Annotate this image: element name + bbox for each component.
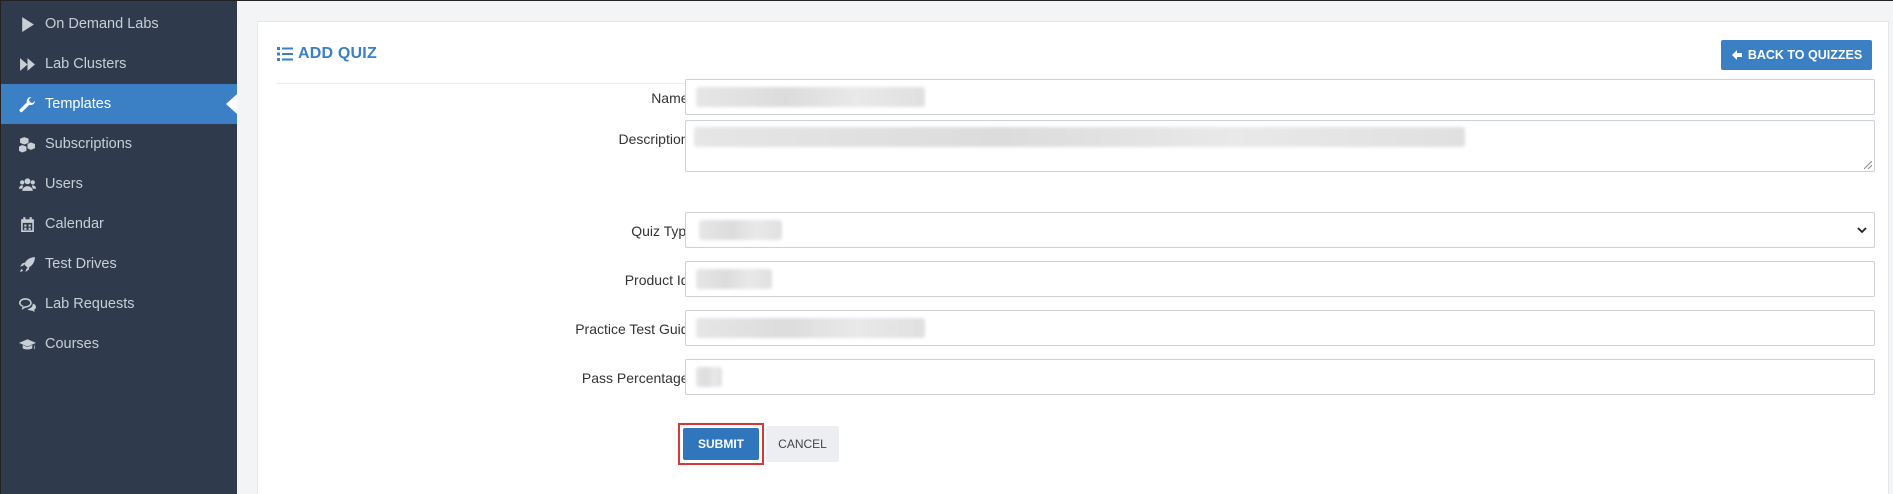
redacted-value <box>696 87 925 107</box>
chevron-down-icon <box>1857 227 1867 234</box>
play-icon <box>17 14 37 34</box>
redacted-value <box>696 318 925 338</box>
sidebar-item-label: Subscriptions <box>45 136 133 152</box>
form-row-pass-percentage: Pass Percentage* <box>258 359 1890 395</box>
redacted-value <box>699 220 782 240</box>
form-row-quiz-type: Quiz Type <box>258 212 1890 248</box>
sidebar-item-label: Users <box>45 176 83 192</box>
wrench-icon <box>17 94 37 114</box>
form-row-name: Name* <box>258 79 1890 115</box>
list-icon <box>277 47 293 61</box>
sidebar-item-users[interactable]: Users <box>1 164 237 204</box>
sidebar-item-lab-requests[interactable]: Lab Requests <box>1 284 237 324</box>
fast-forward-icon <box>17 54 37 74</box>
sidebar-item-courses[interactable]: Courses <box>1 324 237 364</box>
sidebar-item-label: Templates <box>45 96 112 112</box>
panel-header: ADD QUIZ BACK TO QUIZZES <box>276 22 1872 84</box>
form-row-description: Description* <box>258 120 1890 172</box>
page-title: ADD QUIZ <box>277 45 377 63</box>
sidebar-item-templates[interactable]: Templates <box>1 84 237 124</box>
product-id-input[interactable] <box>685 261 1875 297</box>
redacted-value <box>696 269 772 289</box>
quiz-type-select[interactable] <box>685 212 1875 248</box>
back-to-quizzes-button[interactable]: BACK TO QUIZZES <box>1721 40 1872 70</box>
submit-button[interactable]: SUBMIT <box>683 428 759 460</box>
practice-test-guid-label: Practice Test Guid* <box>575 321 698 337</box>
sidebar-item-label: Courses <box>45 336 99 352</box>
sidebar-item-calendar[interactable]: Calendar <box>1 204 237 244</box>
sidebar-item-label: Lab Requests <box>45 296 135 312</box>
calendar-icon <box>17 214 37 234</box>
submit-highlight: SUBMIT <box>678 423 764 465</box>
pass-percentage-input[interactable] <box>685 359 1875 395</box>
redacted-value <box>696 367 722 387</box>
cubes-icon <box>17 134 37 154</box>
graduation-cap-icon <box>17 334 37 354</box>
page-title-text: ADD QUIZ <box>298 45 377 62</box>
main-content: ADD QUIZ BACK TO QUIZZES Name* Descripti… <box>237 1 1893 494</box>
practice-test-guid-input[interactable] <box>685 310 1875 346</box>
sidebar-item-label: Test Drives <box>45 256 117 272</box>
cancel-button[interactable]: CANCEL <box>766 426 839 462</box>
sidebar: On Demand Labs Lab Clusters Templates Su… <box>1 1 237 494</box>
sidebar-item-label: Lab Clusters <box>45 56 127 72</box>
users-icon <box>17 174 37 194</box>
arrow-left-icon <box>1731 50 1742 60</box>
redacted-value <box>694 127 1465 147</box>
sidebar-item-subscriptions[interactable]: Subscriptions <box>1 124 237 164</box>
comments-icon <box>17 294 37 314</box>
sidebar-item-label: Calendar <box>45 216 104 232</box>
description-textarea[interactable] <box>685 120 1875 172</box>
sidebar-item-on-demand-labs[interactable]: On Demand Labs <box>1 4 237 44</box>
resize-handle-icon[interactable] <box>1864 161 1872 169</box>
form-row-product-id: Product Id* <box>258 261 1890 297</box>
sidebar-item-test-drives[interactable]: Test Drives <box>1 244 237 284</box>
sidebar-item-lab-clusters[interactable]: Lab Clusters <box>1 44 237 84</box>
form-row-practice-test-guid: Practice Test Guid* <box>258 310 1890 346</box>
add-quiz-panel: ADD QUIZ BACK TO QUIZZES Name* Descripti… <box>257 21 1889 494</box>
pass-percentage-label: Pass Percentage* <box>581 370 698 386</box>
form-actions: SUBMIT CANCEL <box>678 422 839 466</box>
back-button-label: BACK TO QUIZZES <box>1747 48 1863 62</box>
sidebar-item-label: On Demand Labs <box>45 16 159 32</box>
name-input[interactable] <box>685 79 1875 115</box>
rocket-icon <box>17 254 37 274</box>
